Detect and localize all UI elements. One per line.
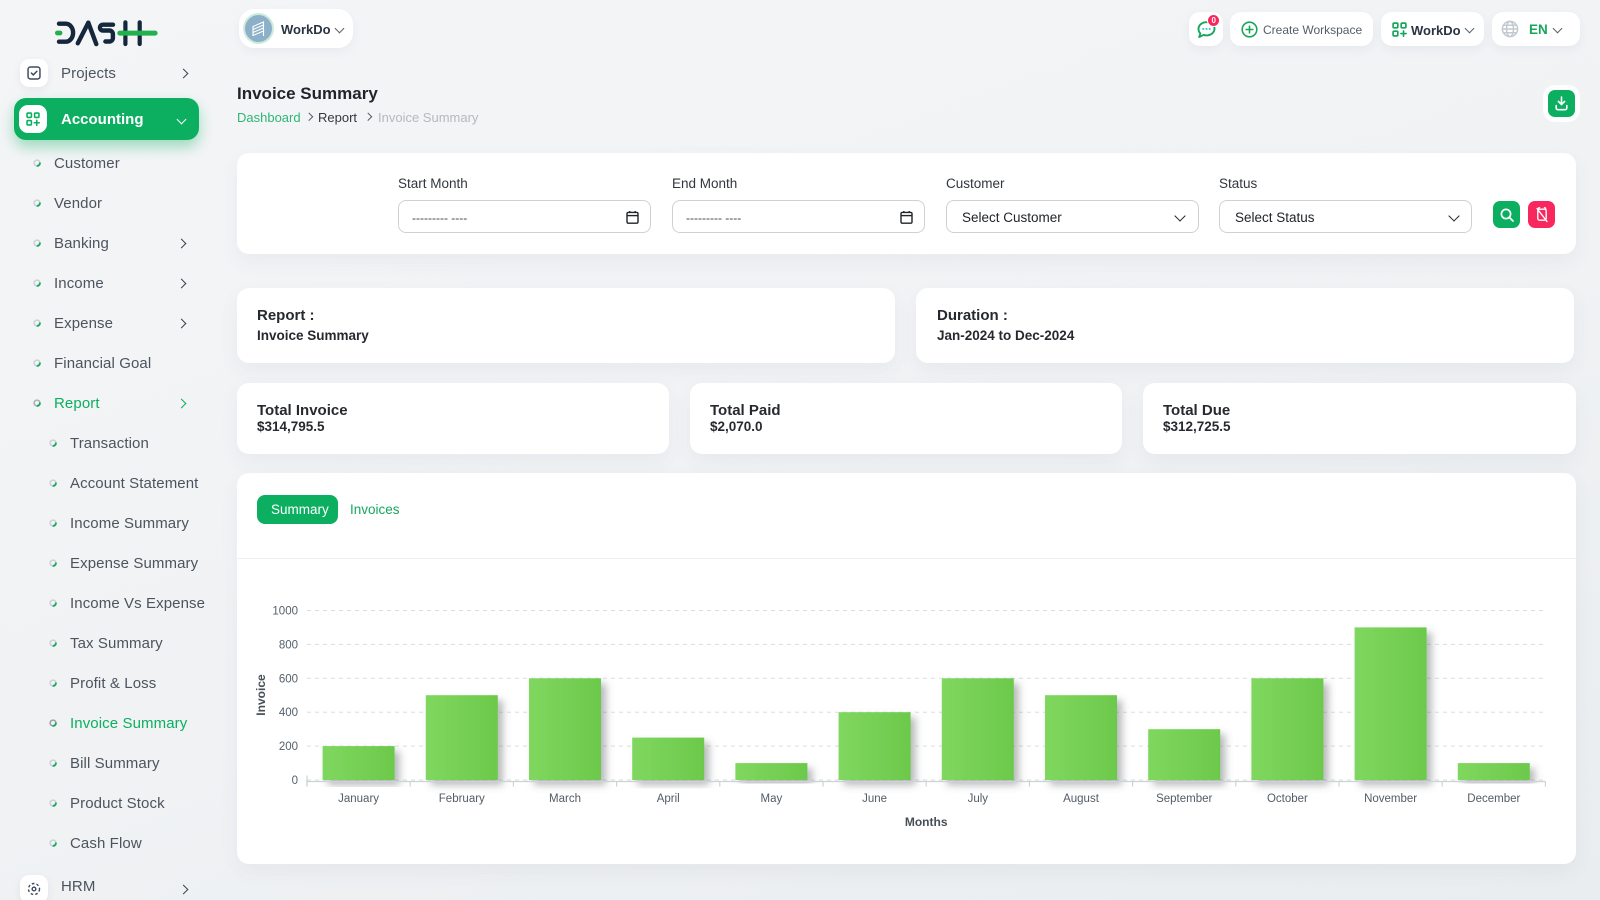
svg-text:Invoice: Invoice: [254, 674, 268, 716]
svg-text:600: 600: [279, 673, 298, 685]
svg-text:February: February: [439, 793, 485, 805]
svg-text:July: July: [968, 793, 989, 805]
svg-text:March: March: [549, 793, 581, 805]
svg-text:1000: 1000: [272, 606, 298, 618]
svg-text:May: May: [761, 793, 783, 805]
svg-text:December: December: [1467, 793, 1520, 805]
svg-text:April: April: [657, 793, 680, 805]
svg-text:Months: Months: [905, 815, 948, 829]
svg-text:June: June: [862, 793, 887, 805]
svg-text:November: November: [1364, 793, 1417, 805]
svg-text:October: October: [1267, 793, 1308, 805]
svg-text:0: 0: [292, 775, 298, 787]
svg-text:August: August: [1063, 793, 1100, 805]
svg-text:September: September: [1156, 793, 1212, 805]
svg-text:800: 800: [279, 639, 298, 651]
svg-text:January: January: [338, 793, 379, 805]
svg-text:200: 200: [279, 741, 298, 753]
svg-text:400: 400: [279, 707, 298, 719]
